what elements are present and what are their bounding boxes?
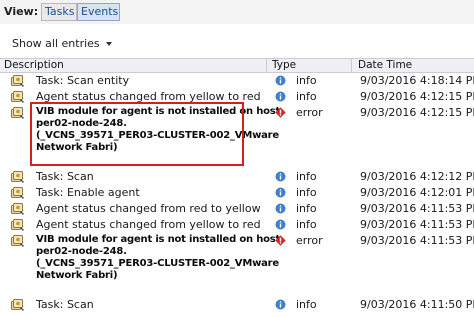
info-icon <box>275 219 286 230</box>
view-label: View: <box>4 5 39 18</box>
info-icon <box>275 171 286 182</box>
event-type: error <box>296 106 323 119</box>
event-description: Task: Enable agent <box>36 186 140 199</box>
column-header-description[interactable]: Description <box>0 59 263 72</box>
info-icon <box>275 75 286 86</box>
tab-tasks[interactable]: Tasks <box>41 3 77 21</box>
event-date: 9/03/2016 4:11:53 PM <box>360 202 474 215</box>
event-description-line: VIB module for agent is not installed on… <box>36 234 281 245</box>
show-entries-label: Show all entries <box>12 37 100 50</box>
event-icon <box>11 298 25 312</box>
event-description: Agent status changed from red to yellow <box>36 202 261 215</box>
event-type: info <box>296 74 317 87</box>
info-icon <box>275 91 286 102</box>
info-icon <box>275 187 286 198</box>
event-icon <box>11 186 25 200</box>
event-icon <box>11 90 25 104</box>
tab-events[interactable]: Events <box>77 3 120 21</box>
column-resize-handle[interactable] <box>266 59 267 72</box>
error-icon <box>275 107 286 118</box>
event-type: info <box>296 90 317 103</box>
event-icon <box>11 74 25 88</box>
event-description: Agent status changed from yellow to red <box>36 90 261 103</box>
event-date: 9/03/2016 4:11:50 PM <box>360 298 474 311</box>
info-icon <box>275 299 286 310</box>
event-date: 9/03/2016 4:12:01 PM <box>360 186 474 199</box>
column-header-type[interactable]: Type <box>268 59 352 72</box>
chevron-down-icon[interactable] <box>105 42 112 46</box>
event-type: error <box>296 234 323 247</box>
event-type: info <box>296 186 317 199</box>
event-icon <box>11 106 25 120</box>
event-description: Task: Scan entity <box>36 74 130 87</box>
error-highlight-box <box>30 102 244 166</box>
event-description: VIB module for agent is not installed on… <box>36 234 280 282</box>
event-type: info <box>296 202 317 215</box>
event-icon <box>11 170 25 184</box>
event-date: 9/03/2016 4:12:15 PM <box>360 106 474 119</box>
event-date: 9/03/2016 4:12:12 PM <box>360 170 474 183</box>
event-type: info <box>296 218 317 231</box>
event-description-line: Network Fabri) <box>36 270 118 281</box>
info-icon <box>275 203 286 214</box>
event-description-line: per02-node-248. <box>36 246 127 257</box>
event-description: Agent status changed from yellow to red <box>36 218 261 231</box>
event-description: Task: Scan <box>36 170 94 183</box>
event-date: 9/03/2016 4:12:15 PM <box>360 90 474 103</box>
event-icon <box>11 202 25 216</box>
event-icon <box>11 234 25 248</box>
event-icon <box>11 218 25 232</box>
event-date: 9/03/2016 4:11:53 PM <box>360 218 474 231</box>
event-date: 9/03/2016 4:11:53 PM <box>360 234 474 247</box>
error-icon <box>275 235 286 246</box>
event-type: info <box>296 298 317 311</box>
column-resize-handle[interactable] <box>351 59 352 72</box>
show-entries-dropdown[interactable]: Show all entries <box>12 37 112 50</box>
column-header-date-time[interactable]: Date Time <box>354 59 468 72</box>
event-type: info <box>296 170 317 183</box>
view-toolbar: View: Tasks Events <box>0 0 474 24</box>
event-date: 9/03/2016 4:18:14 PM <box>360 74 474 87</box>
event-description-line: (_VCNS_39571_PER03-CLUSTER-002_VMware <box>36 258 279 269</box>
events-table-header: Description Type Date Time <box>0 58 474 73</box>
event-description: Task: Scan <box>36 298 94 311</box>
